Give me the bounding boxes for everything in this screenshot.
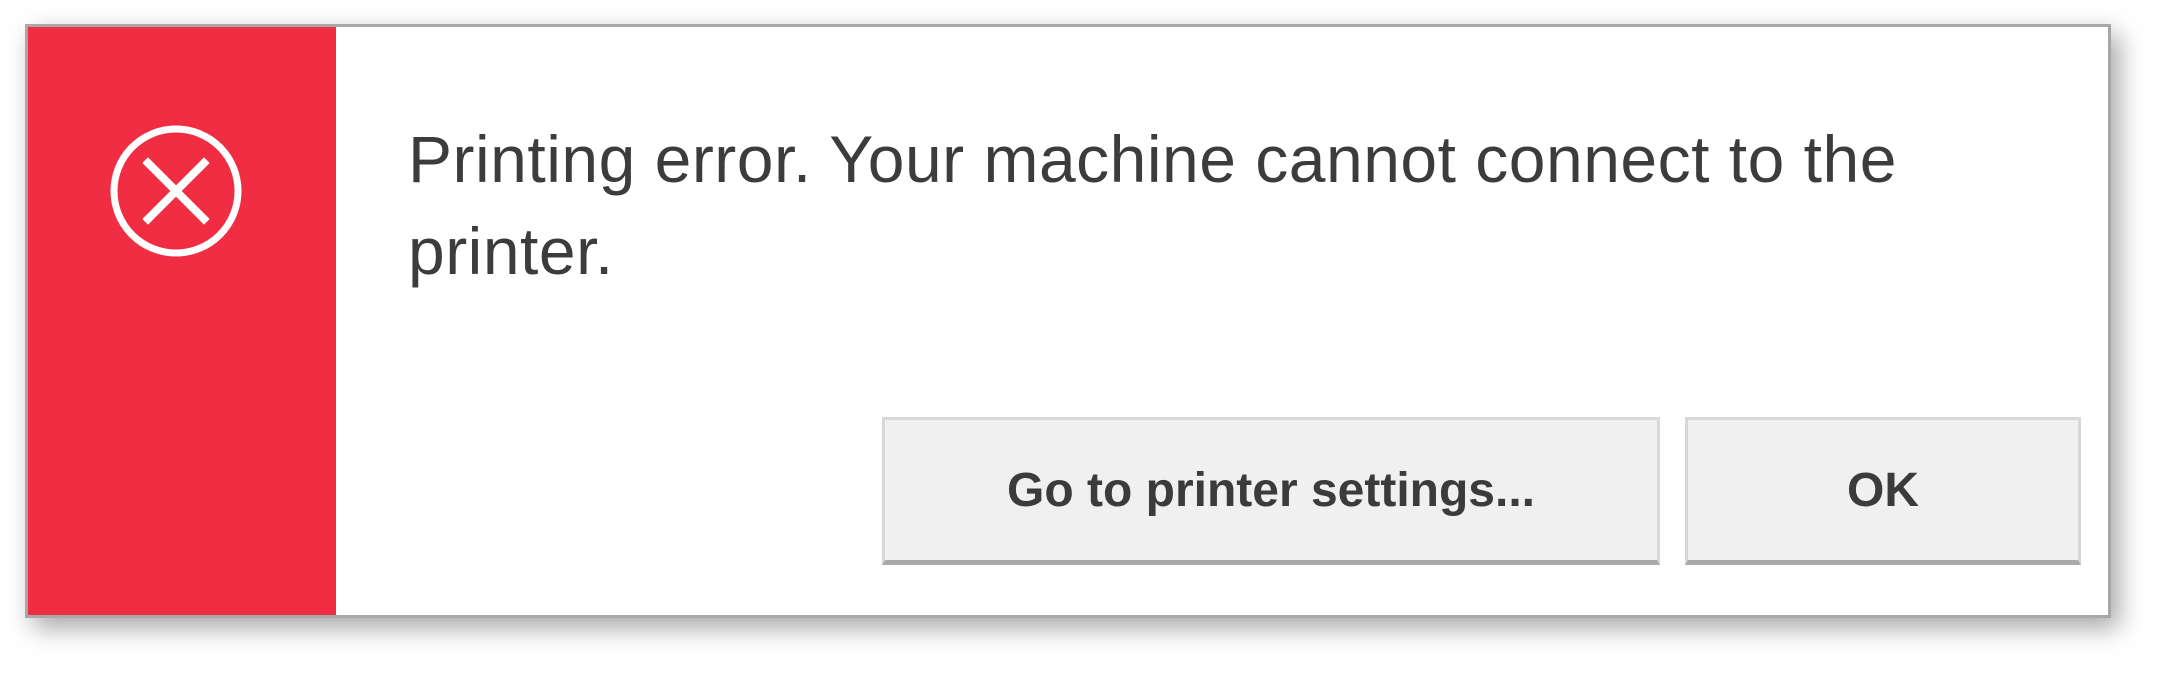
- dialog-content: Printing error. Your machine cannot conn…: [336, 27, 2108, 615]
- error-circle-x-icon: [110, 125, 242, 257]
- error-dialog: Printing error. Your machine cannot conn…: [25, 24, 2111, 618]
- ok-button[interactable]: OK: [1685, 417, 2081, 565]
- go-to-printer-settings-button[interactable]: Go to printer settings...: [882, 417, 1660, 565]
- error-accent-panel: [28, 27, 336, 615]
- error-message: Printing error. Your machine cannot conn…: [408, 122, 1897, 288]
